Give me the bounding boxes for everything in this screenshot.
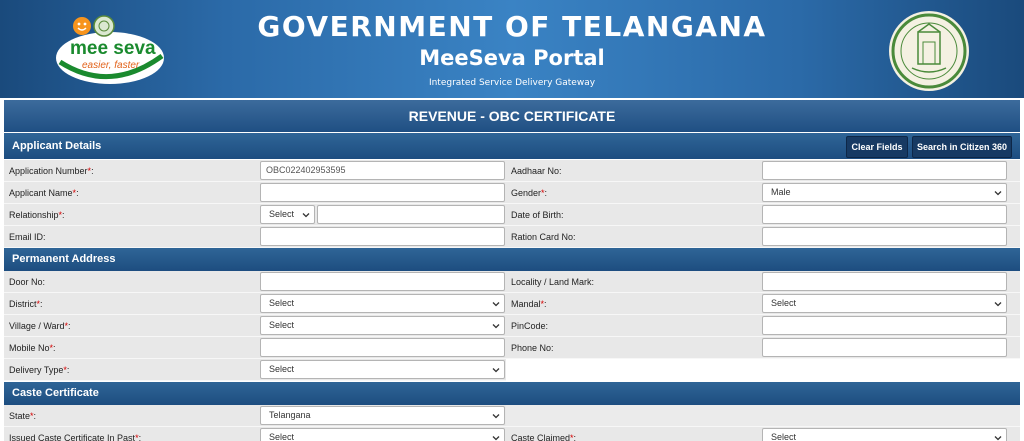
section-title: Applicant Details	[12, 140, 102, 152]
form-row: Delivery Type*: Select	[4, 359, 1020, 381]
dob-input[interactable]	[762, 205, 1007, 224]
form-row: Applicant Name*: Gender*: Male	[4, 182, 1020, 204]
government-title: GOVERNMENT OF TELANGANA	[257, 10, 767, 43]
district-select[interactable]: Select	[260, 294, 505, 313]
pincode-input[interactable]	[762, 316, 1007, 335]
page-header: mee seva easier, faster GOVERNMENT OF TE…	[0, 0, 1024, 98]
mobile-input[interactable]	[260, 338, 505, 357]
relationship-select[interactable]: Select	[260, 205, 315, 224]
chevron-down-icon	[492, 414, 500, 419]
application-number-label: Application Number*:	[4, 160, 254, 182]
mobile-label: Mobile No*:	[4, 337, 254, 359]
applicant-name-label: Applicant Name*:	[4, 182, 254, 204]
locality-label: Locality / Land Mark:	[506, 271, 758, 293]
gender-selected-value: Male	[771, 187, 791, 197]
gender-label: Gender*:	[506, 182, 758, 204]
phone-label: Phone No:	[506, 337, 758, 359]
form-row: Mobile No*: Phone No:	[4, 337, 1020, 359]
form-row: Relationship*: Select Date of Birth:	[4, 204, 1020, 226]
dob-label: Date of Birth:	[506, 204, 758, 226]
empty-cell	[506, 405, 758, 427]
issued-selected-value: Select	[269, 432, 295, 441]
village-label: Village / Ward*:	[4, 315, 254, 337]
form-row: Issued Caste Certificate In Past*: Selec…	[4, 427, 1020, 441]
district-label: District*:	[4, 293, 254, 315]
issued-caste-certificate-select[interactable]: Select	[260, 428, 505, 441]
search-citizen-360-button[interactable]: Search in Citizen 360	[912, 136, 1012, 158]
relationship-label: Relationship*:	[4, 204, 254, 226]
issued-caste-certificate-label: Issued Caste Certificate In Past*:	[4, 427, 254, 441]
application-number-input[interactable]: OBC022402953595	[260, 161, 505, 180]
form-row: District*: Select Mandal*: Select	[4, 293, 1020, 315]
section-caste-certificate: Caste Certificate	[4, 382, 1020, 405]
state-selected-value: Telangana	[269, 410, 311, 420]
delivery-type-label: Delivery Type*:	[4, 359, 254, 381]
applicant-name-input[interactable]	[260, 183, 505, 202]
clear-fields-button[interactable]: Clear Fields	[846, 136, 908, 158]
ration-card-label: Ration Card No:	[506, 226, 758, 248]
telangana-emblem-icon	[889, 11, 969, 91]
form-row: Village / Ward*: Select PinCode:	[4, 315, 1020, 337]
portal-tagline: Integrated Service Delivery Gateway	[428, 78, 596, 88]
delivery-type-selected-value: Select	[269, 364, 295, 374]
chevron-down-icon	[492, 436, 500, 441]
village-selected-value: Select	[269, 320, 295, 330]
gender-select[interactable]: Male	[762, 183, 1007, 202]
portal-title: MeeSeva Portal	[419, 46, 605, 70]
mandal-select[interactable]: Select	[762, 294, 1007, 313]
chevron-down-icon	[492, 302, 500, 307]
state-select[interactable]: Telangana	[260, 406, 505, 425]
delivery-type-select[interactable]: Select	[260, 360, 505, 379]
aadhaar-input[interactable]	[762, 161, 1007, 180]
mandal-selected-value: Select	[771, 298, 797, 308]
relationship-name-input[interactable]	[317, 205, 505, 224]
chevron-down-icon	[994, 302, 1002, 307]
form-row: Door No: Locality / Land Mark:	[4, 271, 1020, 293]
form-body: Applicant Details Clear Fields Search in…	[4, 132, 1020, 441]
section-applicant-details: Applicant Details Clear Fields Search in…	[4, 133, 1020, 159]
pincode-label: PinCode:	[506, 315, 758, 337]
district-selected-value: Select	[269, 298, 295, 308]
door-no-input[interactable]	[260, 272, 505, 291]
caste-claimed-selected-value: Select	[771, 432, 797, 441]
chevron-down-icon	[302, 213, 310, 218]
aadhaar-label: Aadhaar No:	[506, 160, 758, 182]
mandal-label: Mandal*:	[506, 293, 758, 315]
caste-claimed-select[interactable]: Select	[762, 428, 1007, 441]
phone-input[interactable]	[762, 338, 1007, 357]
chevron-down-icon	[492, 368, 500, 373]
caste-claimed-label: Caste Claimed*:	[506, 427, 758, 441]
ration-card-input[interactable]	[762, 227, 1007, 246]
form-title: REVENUE - OBC CERTIFICATE	[4, 100, 1020, 132]
village-select[interactable]: Select	[260, 316, 505, 335]
email-input[interactable]	[260, 227, 505, 246]
form-row: State*: Telangana	[4, 405, 1020, 427]
email-label: Email ID:	[4, 226, 254, 248]
state-label: State*:	[4, 405, 254, 427]
form-row: Email ID: Ration Card No:	[4, 226, 1020, 248]
chevron-down-icon	[994, 191, 1002, 196]
chevron-down-icon	[492, 324, 500, 329]
door-no-label: Door No:	[4, 271, 254, 293]
relationship-selected-value: Select	[269, 209, 295, 219]
locality-input[interactable]	[762, 272, 1007, 291]
form-row: Application Number*: OBC022402953595 Aad…	[4, 160, 1020, 182]
section-permanent-address: Permanent Address	[4, 248, 1020, 271]
chevron-down-icon	[994, 436, 1002, 441]
